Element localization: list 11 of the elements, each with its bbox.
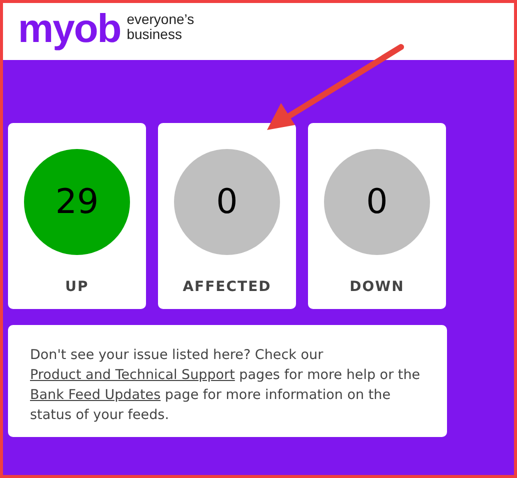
text-link[interactable]: Product and Technical Support (30, 367, 235, 383)
status-label: AFFECTED (182, 279, 272, 295)
status-count: 0 (324, 149, 430, 255)
text-link[interactable]: Bank Feed Updates (30, 387, 161, 403)
status-count: 0 (174, 149, 280, 255)
status-count: 29 (24, 149, 130, 255)
logo: myob (18, 8, 121, 48)
tagline: everyone’s business (126, 12, 194, 42)
status-label: DOWN (350, 279, 404, 295)
status-label: UP (65, 279, 89, 295)
notice-text: Don't see your issue listed here? Check our Product and Technical Support pages for more help or the Bank Feed Updates page for more information on the status of your feeds. (30, 346, 422, 425)
